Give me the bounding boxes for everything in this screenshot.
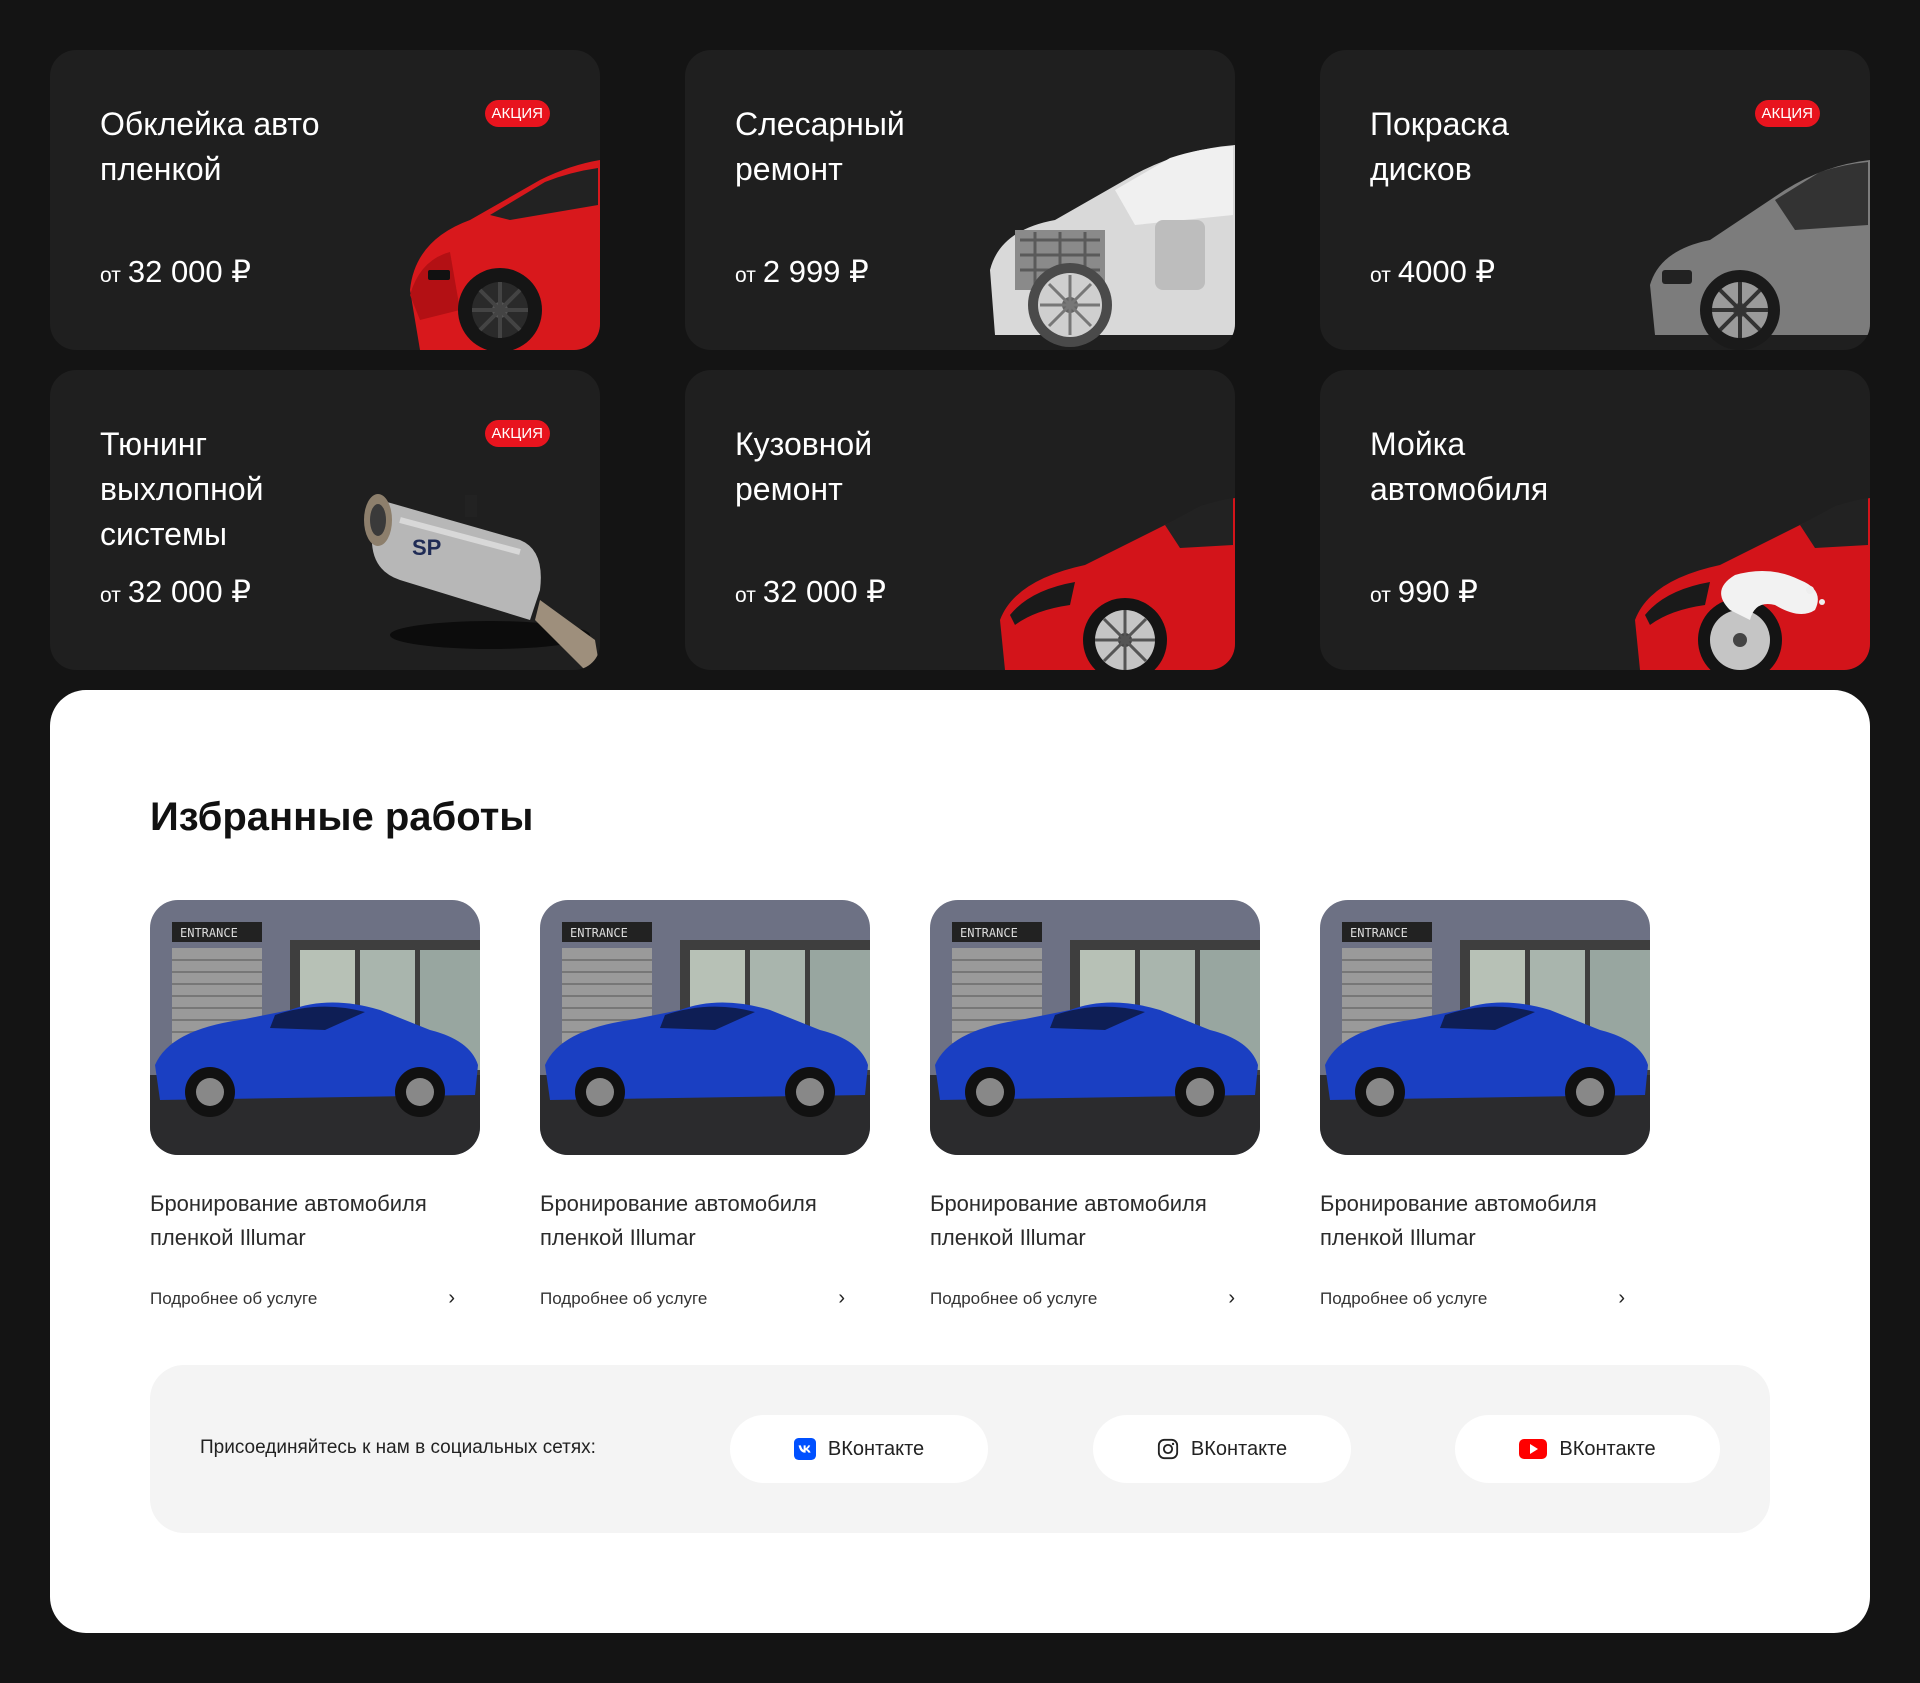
work-photo: ENTRANCE [930,900,1260,1155]
service-price: от 4000 ₽ [1370,254,1496,289]
work-photo: ENTRANCE [150,900,480,1155]
red-car-image [1000,498,1235,670]
vk-icon [793,1438,816,1460]
muffler-image: SP [364,494,600,670]
youtube-icon [1519,1439,1548,1459]
chevron-right-icon: › [1228,1287,1235,1309]
service-title: Обклейка авто пленкой [100,106,320,187]
service-price: от 32 000 ₽ [735,574,886,609]
work-caption: Бронирование автомобиля пленкой Illumar [150,1191,427,1250]
chevron-right-icon: › [838,1287,845,1309]
service-card-wheels[interactable]: Покраска дисков от 4000 ₽ АКЦИЯ [1320,50,1870,350]
washed-car-image [1635,498,1870,670]
xray-car-image [990,145,1235,347]
chevron-right-icon: › [448,1287,455,1309]
work-caption: Бронирование автомобиля пленкой Illumar [930,1191,1207,1250]
service-card-exhaust[interactable]: Тюнинг выхлопной системы от 32 000 ₽ АКЦ… [50,370,600,670]
service-title: Покраска дисков [1370,106,1509,187]
work-card[interactable]: ENTRANCE Бронирование автомобиля пленкой… [150,900,480,1310]
chevron-right-icon: › [1618,1287,1625,1309]
service-price: от 32 000 ₽ [100,574,251,609]
service-title: Мойка автомобиля [1370,426,1549,507]
svg-text:ENTRANCE: ENTRANCE [570,926,628,940]
section-title: Избранные работы [150,795,534,839]
social-label: Присоединяйтесь к нам в социальных сетях… [200,1437,596,1458]
red-suv-image [410,160,600,350]
service-title: Тюнинг выхлопной системы [100,426,264,552]
svg-text:ENTRANCE: ENTRANCE [180,926,238,940]
svg-text:SP: SP [412,535,441,560]
instagram-button[interactable]: ВКонтакте [1093,1415,1351,1483]
featured-works-panel: Избранные работы ENTRANCE Бронирование а… [50,690,1870,1633]
service-price: от 990 ₽ [1370,574,1478,609]
more-link[interactable]: Подробнее об услуге › [1320,1287,1625,1310]
service-card-wash[interactable]: Мойка автомобиля от 990 ₽ [1320,370,1870,670]
work-photo: ENTRANCE [540,900,870,1155]
grey-car-image [1650,160,1870,350]
social-bar: Присоединяйтесь к нам в социальных сетях… [150,1365,1770,1533]
service-card-mechanic[interactable]: Слесарный ремонт от 2 999 ₽ [685,50,1235,350]
svg-text:ENTRANCE: ENTRANCE [1350,926,1408,940]
instagram-icon [1157,1438,1178,1460]
more-link[interactable]: Подробнее об услуге › [150,1287,455,1310]
works-list: ENTRANCE Бронирование автомобиля пленкой… [150,900,1650,1310]
work-caption: Бронирование автомобиля пленкой Illumar [1320,1191,1597,1250]
work-card[interactable]: ENTRANCE Бронирование автомобиля пленкой… [540,900,870,1310]
service-card-body[interactable]: Кузовной ремонт от 32 000 ₽ [685,370,1235,670]
service-price: от 2 999 ₽ [735,254,869,289]
service-card-wrap[interactable]: Обклейка авто пленкой от 32 000 ₽ АКЦИЯ [50,50,600,350]
more-link[interactable]: Подробнее об услуге › [930,1287,1235,1310]
more-link[interactable]: Подробнее об услуге › [540,1287,845,1310]
vk-button[interactable]: ВКонтакте [730,1415,988,1483]
svg-text:ENTRANCE: ENTRANCE [960,926,1018,940]
work-card[interactable]: ENTRANCE Бронирование автомобиля пленкой… [930,900,1260,1310]
service-title: Слесарный ремонт [735,106,905,187]
youtube-button[interactable]: ВКонтакте [1455,1415,1720,1483]
work-caption: Бронирование автомобиля пленкой Illumar [540,1191,817,1250]
work-photo: ENTRANCE [1320,900,1650,1155]
service-title: Кузовной ремонт [735,426,873,507]
work-card[interactable]: ENTRANCE Бронирование автомобиля пленкой… [1320,900,1650,1310]
services-grid: Обклейка авто пленкой от 32 000 ₽ АКЦИЯ … [50,50,1870,670]
service-price: от 32 000 ₽ [100,254,251,289]
